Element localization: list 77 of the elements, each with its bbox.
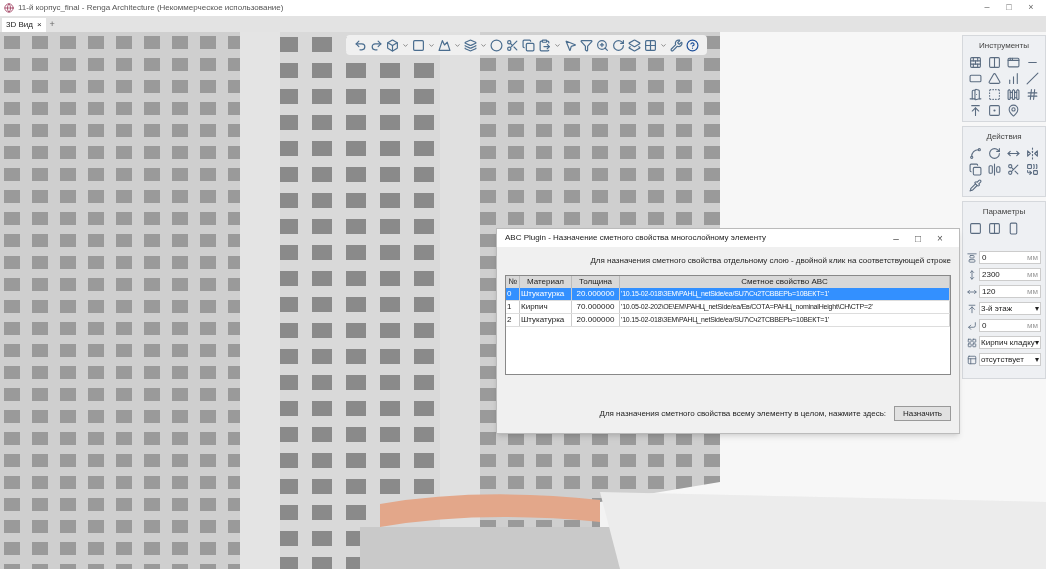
fence-icon[interactable] [1007,88,1021,101]
select-field[interactable]: 3-й этаж ▾ [979,302,1041,315]
table-cell: 2 [506,314,520,326]
input-field[interactable]: 2300 мм [979,268,1041,281]
table-cell: 70.000000 [572,301,620,313]
layers-icon[interactable] [464,38,477,52]
clipboard-icon[interactable] [538,38,551,52]
height-icon [967,269,977,280]
dialog-control[interactable]: – [885,230,907,246]
rotate-icon[interactable] [612,38,625,52]
roof-icon[interactable] [987,72,1001,85]
window-control[interactable]: × [1020,1,1042,15]
filter-icon[interactable] [580,38,593,52]
grid-icon[interactable] [644,38,657,52]
cube-icon[interactable] [386,38,399,52]
table-cell: 1 [506,301,520,313]
pointer-icon[interactable] [564,38,577,52]
level-icon[interactable] [968,104,982,117]
square-icon[interactable] [412,38,425,52]
circle-icon[interactable] [490,38,503,52]
table-cell: Штукатурка [520,288,572,300]
table-cell: 20.000000 [572,288,620,300]
copy-icon[interactable] [522,38,535,52]
select-field[interactable]: отсутствует ▾ [979,353,1041,366]
room-icon[interactable] [987,88,1001,101]
wrench-icon[interactable] [670,38,683,52]
style-icon [967,354,977,365]
help-icon[interactable] [686,38,699,52]
input-field[interactable]: 0 мм [979,319,1041,332]
rotate-icon[interactable] [987,147,1001,160]
zoom-icon[interactable] [596,38,609,52]
table-cell: Кирпич [520,301,572,313]
section-title: Параметры [981,206,1027,218]
window-control[interactable]: – [976,1,998,15]
section-title: Инструменты [978,40,1030,52]
window-title: 11-й корпус_final - Renga Architecture (Некоммерческое использование) [18,2,284,14]
scissors-icon[interactable] [506,38,519,52]
pin-icon[interactable] [1007,104,1021,117]
redo-icon[interactable] [370,38,383,52]
columns-icon[interactable] [987,222,1001,235]
pipette-icon[interactable] [968,179,982,192]
view-tab[interactable]: 3D Вид × [2,18,46,32]
footer-text: Для назначения сметного свойства всему элементу в целом, нажмите здесь: [599,407,887,420]
scissors-icon[interactable] [1007,163,1021,176]
mirror-icon[interactable] [1026,147,1040,160]
grid-icon[interactable] [1026,88,1040,101]
dialog-control[interactable]: × [929,230,951,246]
wall-icon[interactable] [968,56,982,69]
square-icon[interactable] [968,222,982,235]
slab-icon[interactable] [968,72,982,85]
level-icon [967,303,977,314]
new-tab-button[interactable]: + [45,18,59,32]
section-title: Действия [985,131,1023,143]
tab-label: 3D Вид [6,19,33,31]
table-cell: 20.000000 [572,314,620,326]
input-field[interactable]: 0 мм [979,251,1041,264]
line-icon[interactable] [968,147,982,160]
window-icon[interactable] [1007,56,1021,69]
combine-icon[interactable] [1026,163,1040,176]
table-cell: Штукатурка [520,314,572,326]
tab-close-button[interactable]: × [36,19,42,31]
copy-icon[interactable] [968,163,982,176]
app-icon [4,3,14,13]
dialog-control[interactable]: □ [907,230,929,246]
select-field[interactable]: Кирпич кладку▾ [979,336,1041,349]
input-field[interactable]: 120 мм [979,285,1041,298]
window-control[interactable]: □ [998,1,1020,15]
table-cell: 0 [506,288,520,300]
stack-icon[interactable] [628,38,641,52]
columns-icon[interactable] [987,56,1001,69]
undo-icon[interactable] [354,38,367,52]
hint-text: Для назначения сметного свойства отдельному слою - двойной клик на соответствующей строке [590,255,951,267]
assign-button[interactable]: Назначить [894,406,951,421]
align-icon[interactable] [987,163,1001,176]
door-icon[interactable] [968,88,982,101]
dialog-title: ABC Plugin - Назначение сметного свойства многослойному элементу [505,232,766,244]
mountain-icon[interactable] [438,38,451,52]
